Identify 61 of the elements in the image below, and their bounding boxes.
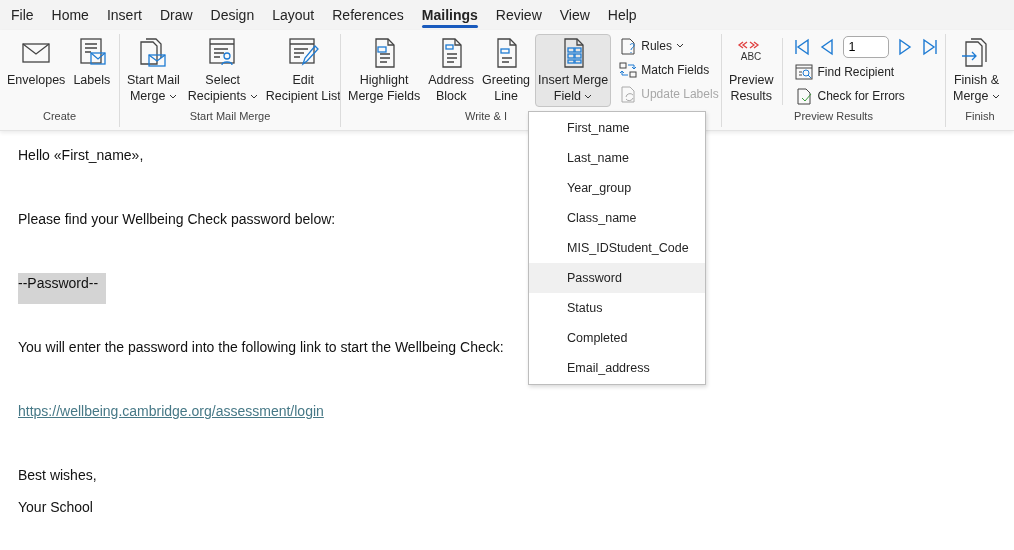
ribbon-tab[interactable]: Insert [97,0,151,30]
ribbon-tab[interactable]: Layout [263,0,324,30]
group-label: Start Mail Merge [189,109,271,124]
menu-item[interactable]: MIS_IDStudent_Code [529,233,705,263]
ribbon-tab[interactable]: Review [486,0,551,30]
envelopes-button[interactable]: Envelopes [4,34,69,91]
ribbon-tab[interactable]: Help [598,0,646,30]
paragraph-text: Please find your Wellbeing Check password below: [18,211,336,227]
first-record-button[interactable] [793,38,812,56]
menu-item[interactable]: Class_name [529,203,705,233]
ribbon-tab[interactable]: References [323,0,413,30]
ribbon-tab[interactable]: Mailings [412,0,487,30]
group-label: Preview Results [794,109,873,124]
caret-icon [991,93,1000,100]
last-record-button[interactable] [921,38,940,56]
paragraph-text: Your School [18,499,93,515]
menu-item[interactable]: Year_group [529,173,705,203]
menu-item[interactable]: Status [529,293,705,323]
toolbar-icon [795,63,814,81]
toolbar-icon [619,61,638,79]
caret-icon [584,93,593,100]
toolbar-button[interactable]: Match Fields [617,58,721,82]
ribbon-tab[interactable]: Draw [150,0,202,30]
record-number-field[interactable]: 1 [843,36,890,58]
menu-item[interactable]: Email_address [529,353,705,383]
document-link[interactable]: https://wellbeing.cambridge.org/assessment/login [18,403,324,419]
paragraph-text: You will enter the password into the following link to start the Wellbeing Check: [18,339,504,355]
caret-icon [168,93,177,100]
toolbar-button[interactable]: Find Recipient [793,60,940,84]
menu-item[interactable]: Password [529,263,705,293]
group-label: Create [43,109,76,124]
labels-button[interactable]: Labels [70,34,114,91]
caret-icon [249,93,258,100]
menu-item[interactable]: Completed [529,323,705,353]
greeting-line-button[interactable]: Greeting Line [479,34,534,107]
group-label: Finish [965,109,995,124]
paragraph-text: Best wishes, [18,467,97,483]
edit-recipient-list-button[interactable]: Edit Recipient List [262,34,340,107]
toolbar-button[interactable]: Rules [617,34,721,58]
select-recipients-button[interactable]: Select Recipients [184,34,261,107]
start-mail-merge-button[interactable]: Start Mail Merge [124,34,183,107]
finish-merge-button[interactable]: Finish & Merge [950,34,1003,107]
toolbar-button[interactable]: Check for Errors [793,84,940,108]
menu-item[interactable]: Last_name [529,143,705,173]
menu-item[interactable]: First_name [529,113,705,143]
group-label: Write & I [465,109,507,124]
preview-results-button[interactable]: ABC Preview Results [726,34,777,107]
toolbar-icon [619,37,638,55]
toolbar-icon [795,87,814,105]
address-block-button[interactable]: Address Block [425,34,478,107]
caret-icon [675,43,684,49]
ribbon-icon [287,36,320,68]
ribbon-tab[interactable]: Home [42,0,98,30]
paragraph-text: Hello «First_name», [18,147,144,163]
merge-field: --Password-- [18,273,107,304]
insert-merge-field-button[interactable]: Insert Merge Field [535,34,612,107]
ribbon-tab[interactable]: File [2,0,43,30]
toolbar-icon [619,85,638,103]
ribbon-tab[interactable]: View [550,0,599,30]
highlight-merge-fields-button[interactable]: Highlight Merge Fields [345,34,424,107]
ribbon-tab[interactable]: Design [201,0,264,30]
